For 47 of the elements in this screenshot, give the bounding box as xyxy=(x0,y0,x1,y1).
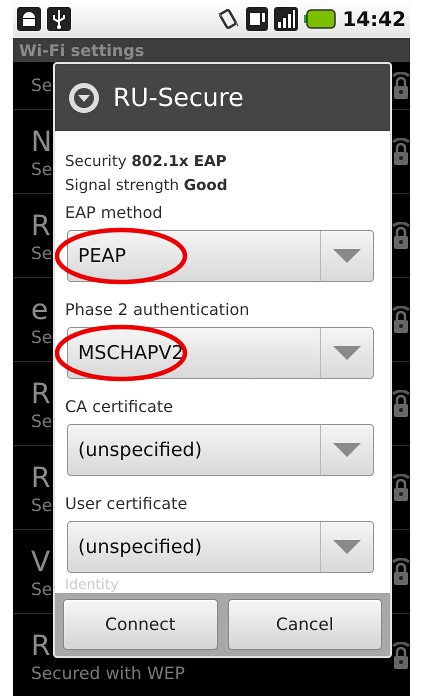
dropdown-select[interactable]: (unspecified) xyxy=(67,521,374,574)
network-name: R xyxy=(31,628,50,664)
network-security: Se xyxy=(31,580,52,600)
screen-title: Wi-Fi settings xyxy=(13,38,410,62)
caret-icon xyxy=(333,346,361,360)
caret-icon xyxy=(333,249,361,264)
usb-icon xyxy=(47,7,71,31)
vibrate-icon xyxy=(216,7,240,31)
caret-icon xyxy=(333,443,361,458)
field-label: User certificate xyxy=(65,493,188,516)
dropdown-select[interactable]: (unspecified) xyxy=(67,424,374,476)
network-name: N xyxy=(31,124,52,160)
network-security: Se xyxy=(31,244,52,264)
lock-icon xyxy=(392,558,410,586)
info-text: Signal strength Good xyxy=(65,175,228,196)
field-label: Phase 2 authentication xyxy=(65,299,250,322)
lock-icon xyxy=(392,474,410,502)
lock-icon xyxy=(392,390,410,418)
lock-icon xyxy=(392,138,410,166)
dropdown-circle-icon xyxy=(67,80,101,115)
battery-icon xyxy=(304,9,336,29)
network-name: V xyxy=(31,544,50,580)
network-security: Se xyxy=(31,496,52,516)
network-security: Se xyxy=(31,160,52,180)
field-label: EAP method xyxy=(65,202,164,224)
dropdown-select[interactable]: MSCHAPV2 xyxy=(67,327,374,380)
dialog-title: RU-Secure xyxy=(113,83,244,112)
field-label: CA certificate xyxy=(65,396,174,418)
dropdown-select[interactable]: PEAP xyxy=(67,230,374,282)
lock-icon xyxy=(392,306,410,334)
info-text: Security 802.1x EAP xyxy=(65,151,228,172)
caret-icon xyxy=(333,540,361,554)
signal-icon xyxy=(274,7,298,31)
network-name: R xyxy=(31,460,50,496)
network-security: Se xyxy=(31,412,52,432)
lock-icon xyxy=(392,222,410,250)
clock-time: 14:42 xyxy=(342,7,406,31)
network-security: Se xyxy=(31,76,52,96)
network-name: R xyxy=(31,376,50,412)
network-name: e xyxy=(31,292,48,328)
lock-icon xyxy=(392,642,410,670)
dialog-button[interactable]: Connect xyxy=(63,599,218,650)
network-name: R xyxy=(31,208,50,244)
network-security: Secured with WEP xyxy=(31,664,185,684)
dialog-button[interactable]: Cancel xyxy=(228,599,382,650)
network-security: Se xyxy=(31,328,52,348)
lock-icon xyxy=(392,72,410,100)
